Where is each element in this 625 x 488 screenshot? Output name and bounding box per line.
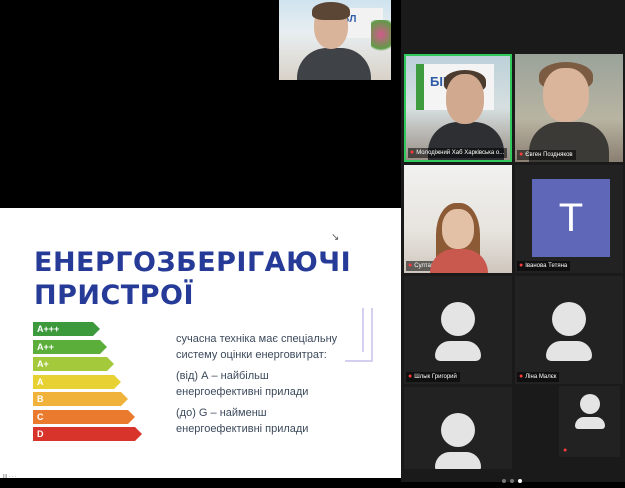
slide-description: сучасна техніка має спеціальну систему о… — [176, 332, 376, 443]
desc-line: енергоефективні прилади — [176, 385, 309, 398]
desc-line: енергоефективні прилади — [176, 422, 309, 435]
plant-decoration — [371, 20, 391, 56]
energy-bar-a3plus: A+++ — [33, 322, 100, 336]
slide-title-line1: ЕНЕРГОЗБЕРІГАЮЧІ — [34, 247, 352, 278]
person-placeholder-icon — [574, 394, 605, 429]
slide-title: ЕНЕРГОЗБЕРІГАЮЧІ ПРИСТРОЇ — [34, 246, 354, 312]
mic-muted-icon: ● — [563, 447, 568, 454]
active-speaker-video[interactable]: БІБЛ — [279, 0, 391, 80]
participant-tile[interactable] — [404, 387, 512, 469]
participant-head — [442, 209, 474, 249]
energy-bar-b: B — [33, 392, 128, 406]
screen-share-footer: III · · · — [3, 474, 17, 480]
person-placeholder-icon — [435, 413, 481, 469]
presentation-slide: ↘ ЕНЕРГОЗБЕРІГАЮЧІ ПРИСТРОЇ A+++ A++ A+ … — [0, 208, 401, 478]
page-dot-current[interactable] — [518, 479, 522, 483]
person-placeholder-icon — [435, 302, 481, 361]
participant-tile[interactable]: ● Ліна Малєк — [515, 276, 623, 384]
self-view-video[interactable]: ● — [559, 386, 620, 457]
mouse-cursor-icon: ↘ — [331, 232, 340, 243]
energy-bar-a: A — [33, 374, 121, 389]
desc-line: систему оцінки енерговитрат: — [176, 348, 327, 361]
participant-tile[interactable]: ●Султанова Алиса — [404, 165, 512, 273]
slide-title-line2: ПРИСТРОЇ — [34, 280, 195, 311]
page-dot[interactable] — [502, 479, 506, 483]
mic-muted-icon: ● — [410, 149, 415, 156]
participant-head — [543, 68, 589, 122]
mic-muted-icon: ● — [408, 262, 413, 269]
desc-line: (від) А – найбільш — [176, 370, 269, 382]
mic-muted-icon: ● — [519, 373, 524, 380]
participant-name: ● Іванова Тетяна — [517, 261, 571, 271]
participant-tile[interactable]: БІБЛ ●Молодіжний Хаб Харківська о... — [404, 54, 512, 162]
energy-class-scale: A+++ A++ A+ A B C D — [33, 322, 142, 445]
energy-bar-d: D — [33, 427, 142, 441]
participant-name: ● Молодіжний Хаб Харківська о... — [408, 148, 508, 158]
desc-line: сучасна техніка має спеціальну — [176, 333, 338, 345]
person-placeholder-icon — [546, 302, 592, 361]
energy-bar-c: C — [33, 409, 135, 424]
page-dot[interactable] — [510, 479, 514, 483]
participant-initial-avatar: T — [532, 179, 610, 257]
desc-line: (до) G – найменш — [176, 407, 267, 419]
speaker-body — [297, 48, 371, 80]
mic-muted-icon: ● — [519, 151, 524, 158]
mic-muted-icon: ● — [408, 373, 413, 380]
participant-name: ● Ліна Малєк — [517, 372, 560, 382]
participant-name: ● Шлык Григорий — [406, 372, 460, 382]
participant-tile[interactable]: T ● Іванова Тетяна — [515, 165, 623, 273]
participant-name: ● Євген Поздняков — [517, 150, 576, 160]
participant-tile[interactable]: ● Шлык Григорий — [404, 276, 512, 384]
speaker-hair — [312, 2, 350, 20]
energy-bar-a2plus: A++ — [33, 339, 107, 354]
gallery-page-indicator[interactable] — [502, 470, 526, 488]
shared-screen-area: БІБЛ ↘ ЕНЕРГОЗБЕРІГАЮЧІ ПРИСТРОЇ A+++ A+… — [0, 0, 401, 482]
energy-bar-aplus: A+ — [33, 357, 114, 371]
mic-muted-icon: ● — [519, 262, 524, 269]
participant-head — [446, 74, 484, 124]
participant-tile[interactable]: ● Євген Поздняков — [515, 54, 623, 162]
